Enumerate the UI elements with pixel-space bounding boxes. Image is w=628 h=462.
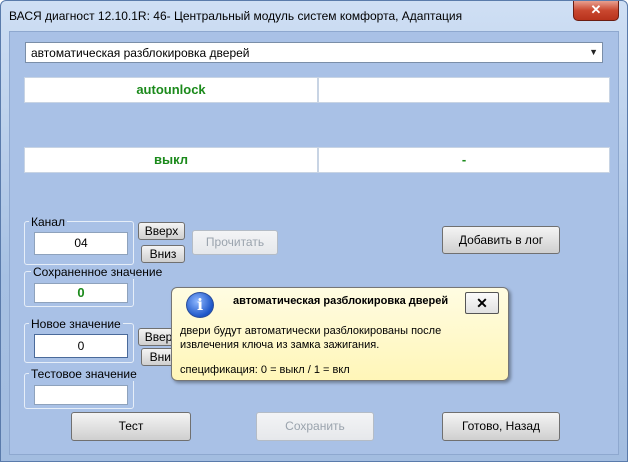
channel-down-button[interactable]: Вниз xyxy=(141,245,185,263)
tooltip-title: автоматическая разблокировка дверей xyxy=(233,295,449,307)
window-title: ВАСЯ диагност 12.10.1R: 46- Центральный … xyxy=(9,9,463,23)
test-button[interactable]: Тест xyxy=(71,412,191,441)
read-button[interactable]: Прочитать xyxy=(192,230,278,255)
saved-value-label: Сохраненное значение xyxy=(31,265,165,279)
adaptation-panel: автоматическая разблокировка дверей ▼ au… xyxy=(9,31,619,455)
info-icon: i xyxy=(186,292,214,318)
done-back-button[interactable]: Готово, Назад xyxy=(442,412,560,441)
title-bar: ВАСЯ диагност 12.10.1R: 46- Центральный … xyxy=(1,1,627,31)
channel-input[interactable]: 04 xyxy=(34,232,128,255)
saved-value-field: 0 xyxy=(34,283,128,303)
channel-up-button[interactable]: Вверх xyxy=(138,222,185,240)
app-window: ВАСЯ диагност 12.10.1R: 46- Центральный … xyxy=(0,0,628,462)
test-value-field[interactable] xyxy=(34,385,128,405)
tooltip-spec: спецификация: 0 = выкл / 1 = вкл xyxy=(180,364,350,376)
channel-extra-cell xyxy=(318,77,610,103)
channel-value-extra-cell: - xyxy=(318,147,610,173)
channel-label: Канал xyxy=(29,215,67,229)
adaptation-dropdown[interactable]: автоматическая разблокировка дверей ▼ xyxy=(25,42,603,63)
new-value-label: Новое значение xyxy=(29,317,123,331)
new-value-input[interactable]: 0 xyxy=(34,334,128,358)
channel-value-cell: выкл xyxy=(24,147,318,173)
window-close-button[interactable]: ✕ xyxy=(573,1,619,21)
save-button[interactable]: Сохранить xyxy=(256,412,374,441)
tooltip-close-button[interactable]: ✕ xyxy=(465,292,499,314)
channel-name-cell: autounlock xyxy=(24,77,318,103)
tooltip-body: двери будут автоматически разблокированы… xyxy=(180,325,442,351)
test-value-label: Тестовое значение xyxy=(29,367,139,381)
add-to-log-button[interactable]: Добавить в лог xyxy=(442,226,560,254)
chevron-down-icon[interactable]: ▼ xyxy=(589,47,598,57)
info-tooltip: i автоматическая разблокировка дверей ✕ … xyxy=(171,287,509,381)
adaptation-dropdown-value: автоматическая разблокировка дверей xyxy=(31,46,250,60)
